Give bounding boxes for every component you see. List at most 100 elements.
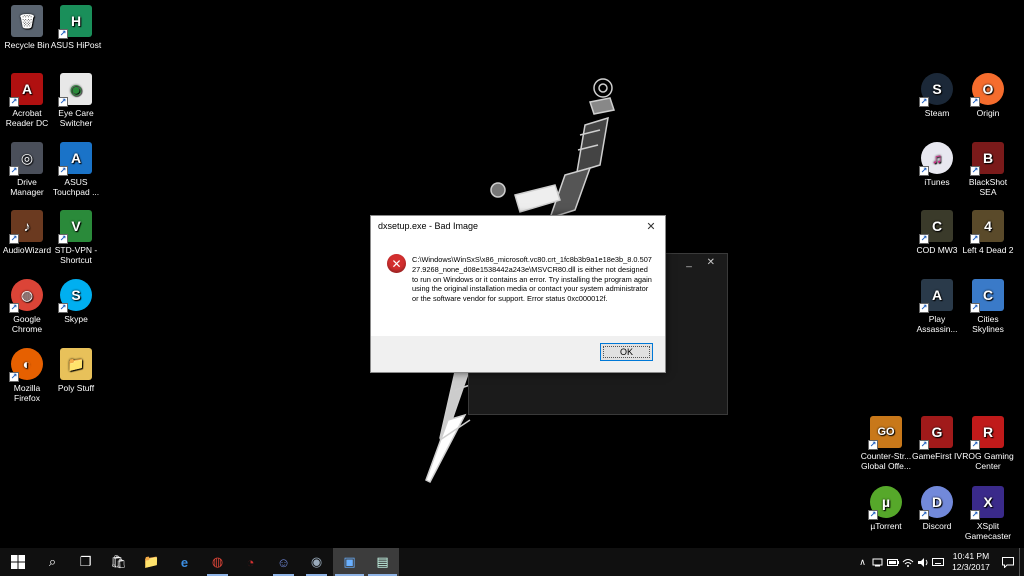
steam-icon: S ↗ [919, 73, 953, 107]
desktop-icon-itunes[interactable]: ♫ ↗ iTunes [910, 142, 964, 187]
shortcut-arrow-icon: ↗ [58, 97, 68, 107]
shortcut-arrow-icon: ↗ [970, 166, 980, 176]
clock-time: 10:41 PM [952, 551, 990, 561]
firefox-icon: ◐ ↗ [9, 348, 43, 382]
desktop-icon-acrobat-reader[interactable]: A ↗ Acrobat Reader DC [0, 73, 54, 128]
desktop-icon-asus-hipost[interactable]: H ↗ ASUS HiPost [49, 5, 103, 50]
desktop-icon-label: STD-VPN - Shortcut [54, 245, 98, 265]
folder-icon: 📁 [60, 348, 92, 380]
volume-icon[interactable] [915, 548, 930, 576]
desktop-icon-label: iTunes [924, 177, 950, 187]
keyboard-shape [931, 558, 944, 566]
desktop-icon-label: Eye Care Switcher [58, 108, 94, 128]
recycle-bin-icon: 🗑 [11, 5, 43, 37]
close-icon[interactable]: ✕ [637, 216, 665, 236]
desktop-icon-cod-mw3[interactable]: C ↗ COD MW3 [910, 210, 964, 255]
dialog-titlebar[interactable]: dxsetup.exe - Bad Image ✕ [371, 216, 665, 236]
shortcut-arrow-icon: ↗ [868, 510, 878, 520]
desktop-icon-label: Cities Skylines [972, 314, 1004, 334]
desktop-icon-label: XSplit Gamecaster [964, 521, 1012, 541]
desktop-icon-discord[interactable]: D ↗ Discord [910, 486, 964, 531]
start-button[interactable] [0, 548, 36, 576]
steam-icon[interactable]: ◉ [300, 548, 333, 576]
desktop-icon-label: ROG Gaming Center [962, 451, 1014, 471]
acrobat-reader-icon: A ↗ [9, 73, 43, 107]
desktop-icon-skype[interactable]: S ↗ Skype [49, 279, 103, 324]
chrome-icon[interactable]: ◍ [201, 548, 234, 576]
origin-icon: O ↗ [970, 73, 1004, 107]
desktop-icon-std-vpn[interactable]: V ↗ STD-VPN - Shortcut [49, 210, 103, 265]
shortcut-arrow-icon: ↗ [868, 440, 878, 450]
taskbar-clock[interactable]: 10:41 PM 12/3/2017 [945, 551, 997, 573]
shortcut-arrow-icon: ↗ [58, 166, 68, 176]
xsplit-icon: X ↗ [970, 486, 1004, 520]
desktop-icon-label: Left 4 Dead 2 [962, 245, 1014, 255]
desktop-icon-left-4-dead-2[interactable]: 4 ↗ Left 4 Dead 2 [961, 210, 1015, 255]
desktop-icon-play-assassins[interactable]: A ↗ Play Assassin... [910, 279, 964, 334]
shortcut-arrow-icon: ↗ [970, 234, 980, 244]
keyboard-icon[interactable] [930, 548, 945, 576]
wifi-icon[interactable] [900, 548, 915, 576]
itunes-icon: ♫ ↗ [919, 142, 953, 176]
desktop-icon-label: BlackShot SEA [968, 177, 1008, 197]
action-center-icon[interactable] [997, 556, 1019, 568]
desktop-icon-utorrent[interactable]: µ ↗ µTorrent [859, 486, 913, 531]
desktop-icon-cities-skylines[interactable]: C ↗ Cities Skylines [961, 279, 1015, 334]
window-controls[interactable]: _ ✕ [686, 257, 721, 268]
blackshot-icon: B ↗ [970, 142, 1004, 176]
gamefirst-icon[interactable]: ◔ [234, 548, 267, 576]
discord-icon: D ↗ [919, 486, 953, 520]
desktop-icon-poly-stuff[interactable]: 📁 Poly Stuff [49, 348, 103, 393]
desktop: 🗑 Recycle Bin H ↗ ASUS HiPost A ↗ Acrobat … [0, 0, 1024, 548]
volume-shape [917, 557, 927, 567]
shortcut-arrow-icon: ↗ [919, 303, 929, 313]
dialog-body: ✕ C:\Windows\WinSxS\x86_microsoft.vc80.c… [371, 236, 665, 336]
desktop-icon-label: Counter-Str... Global Offe... [860, 451, 912, 471]
desktop-icon-gamefirst-iv[interactable]: G ↗ GameFirst IV [910, 416, 964, 461]
desktop-icon-steam[interactable]: S ↗ Steam [910, 73, 964, 118]
shortcut-arrow-icon: ↗ [58, 303, 68, 313]
show-desktop-button[interactable] [1019, 548, 1024, 576]
desktop-icon-blackshot-sea[interactable]: B ↗ BlackShot SEA [961, 142, 1015, 197]
desktop-icon-label: ASUS HiPost [50, 40, 102, 50]
desktop-icon-drive-manager[interactable]: ◎ ↗ Drive Manager [0, 142, 54, 197]
desktop-icon-google-chrome[interactable]: ◍ ↗ Google Chrome [0, 279, 54, 334]
shortcut-arrow-icon: ↗ [919, 166, 929, 176]
shortcut-arrow-icon: ↗ [9, 372, 19, 382]
cod-mw3-icon: C ↗ [919, 210, 953, 244]
desktop-icon-asus-touchpad[interactable]: A ↗ ASUS Touchpad ... [49, 142, 103, 197]
left-4-dead-icon: 4 ↗ [970, 210, 1004, 244]
clock-date: 12/3/2017 [952, 562, 990, 572]
chrome-icon: ◍ ↗ [9, 279, 43, 313]
desktop-icon-label: Skype [64, 314, 88, 324]
desktop-icon-recycle-bin[interactable]: 🗑 Recycle Bin [0, 5, 54, 50]
desktop-icon-eye-care-switcher[interactable]: ◉ ↗ Eye Care Switcher [49, 73, 103, 128]
system-tray: ∧ 10:41 PM 12/3/2017 [855, 548, 1024, 576]
tray-overflow-chevron-icon[interactable]: ∧ [855, 548, 870, 576]
ok-button[interactable]: OK [600, 343, 653, 361]
gamefirst-icon: G ↗ [919, 416, 953, 450]
shortcut-arrow-icon: ↗ [970, 440, 980, 450]
vpn-shield-icon: V ↗ [58, 210, 92, 244]
edge-icon[interactable]: e [168, 548, 201, 576]
desktop-icon-label: Play Assassin... [916, 314, 958, 334]
desktop-icon-audiowizard[interactable]: ♪ ↗ AudioWizard [0, 210, 54, 255]
network-icon[interactable] [870, 548, 885, 576]
dialog-app-icon[interactable]: ▤ [366, 548, 399, 576]
search-icon[interactable]: ⌕ [36, 548, 69, 576]
desktop-icon-label: ASUS Touchpad ... [52, 177, 100, 197]
desktop-icon-label: Acrobat Reader DC [5, 108, 49, 128]
assassins-creed-icon: A ↗ [919, 279, 953, 313]
dxsetup-icon[interactable]: ▣ [333, 548, 366, 576]
desktop-icon-rog-gaming-center[interactable]: R ↗ ROG Gaming Center [961, 416, 1015, 471]
task-view-icon[interactable]: ❐ [69, 548, 102, 576]
battery-icon[interactable] [885, 548, 900, 576]
desktop-icon-counter-strike[interactable]: GO ↗ Counter-Str... Global Offe... [859, 416, 913, 471]
store-icon[interactable]: 🛍 [102, 548, 135, 576]
desktop-icon-mozilla-firefox[interactable]: ◐ ↗ Mozilla Firefox [0, 348, 54, 403]
file-explorer-icon[interactable]: 📁 [135, 548, 168, 576]
windows-icon [11, 555, 25, 569]
desktop-icon-origin[interactable]: O ↗ Origin [961, 73, 1015, 118]
discord-icon[interactable]: ☺ [267, 548, 300, 576]
desktop-icon-xsplit-gamecaster[interactable]: X ↗ XSplit Gamecaster [961, 486, 1015, 541]
